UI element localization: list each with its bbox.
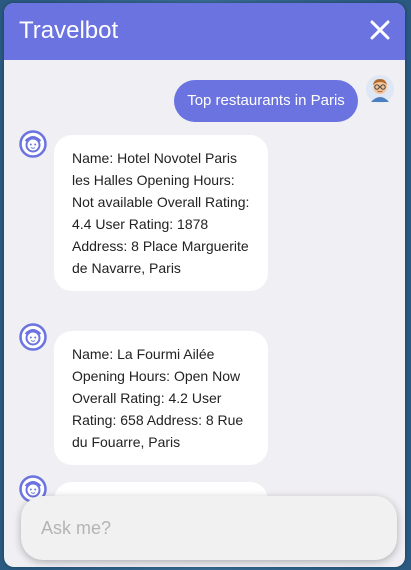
window-background: Travelbot Top restaurants in Paris Name:… (0, 0, 411, 570)
chat-window: Travelbot Top restaurants in Paris Name:… (4, 3, 405, 567)
close-icon[interactable] (369, 19, 391, 41)
bot-message: Name: Hotel Novotel Paris les Halles Ope… (54, 135, 268, 291)
message-input[interactable] (21, 496, 397, 560)
message-input-box (21, 496, 397, 560)
bot-message: Name: La Fourmi Ailée Opening Hours: Ope… (54, 331, 268, 465)
user-message: Top restaurants in Paris (174, 80, 358, 122)
bot-avatar-icon (19, 130, 47, 158)
message-list[interactable]: Top restaurants in Paris Name: Hotel Nov… (4, 60, 405, 567)
chat-header: Travelbot (4, 3, 405, 60)
chat-title: Travelbot (19, 17, 119, 44)
bot-avatar-icon (19, 323, 47, 351)
user-avatar-icon (366, 75, 394, 103)
